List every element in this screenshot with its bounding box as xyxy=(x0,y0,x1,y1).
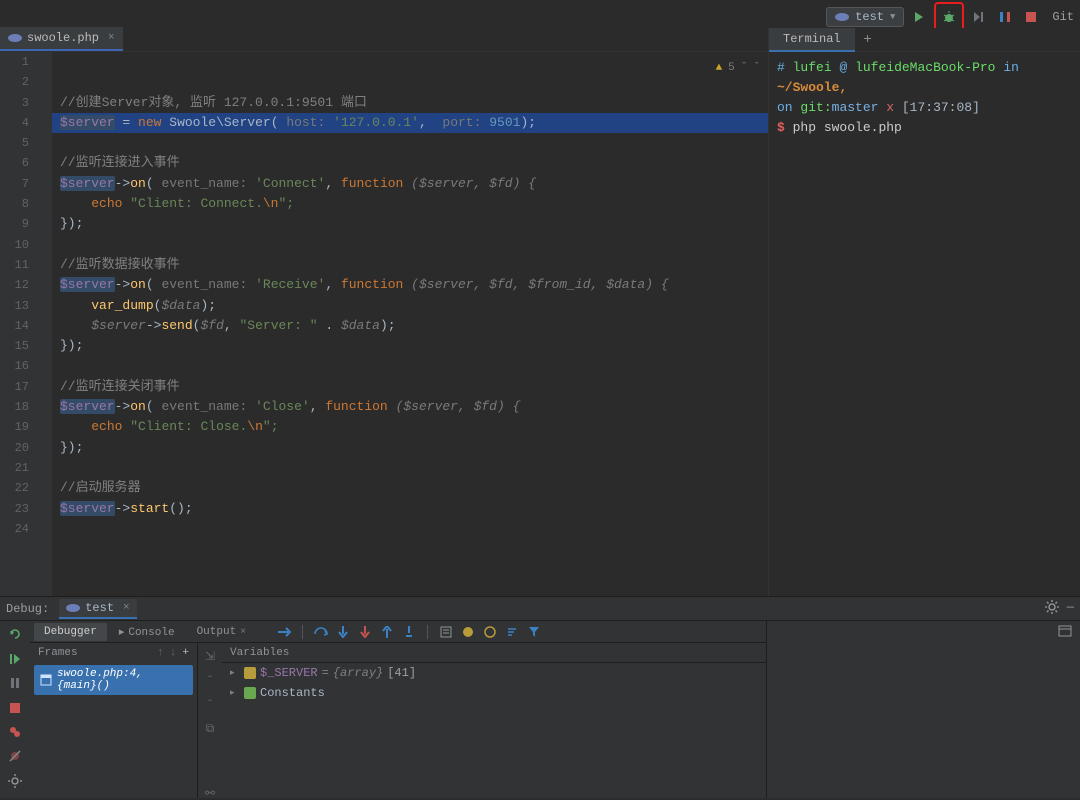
debug-right-panel xyxy=(766,621,1080,798)
debug-panel: Debug: test × — Debugger ▸Console Output… xyxy=(0,596,1080,798)
prev-warning-icon[interactable]: ˆ xyxy=(741,58,748,78)
evaluate-button[interactable] xyxy=(438,624,454,640)
resume-button[interactable] xyxy=(7,653,23,665)
debug-tabs: Debugger ▸Console Output× xyxy=(30,621,766,643)
tab-filename: swoole.php xyxy=(27,31,99,45)
collapse-icon[interactable]: ˇ xyxy=(206,698,213,712)
next-warning-icon[interactable]: ˇ xyxy=(753,58,760,78)
expand-chevron-icon[interactable]: ▸ xyxy=(230,668,240,678)
run-to-cursor-button[interactable] xyxy=(401,624,417,640)
editor-tabs: swoole.php × xyxy=(0,28,768,52)
pause-button[interactable] xyxy=(7,677,23,689)
close-icon[interactable]: × xyxy=(240,627,246,638)
step-into-button[interactable] xyxy=(335,624,351,640)
run-button[interactable] xyxy=(908,6,930,28)
php-icon xyxy=(66,603,80,613)
inspection-widget[interactable]: ▲ 5 ˆ ˇ xyxy=(716,58,760,78)
debug-sidebar xyxy=(0,621,30,798)
frame-text: swoole.php:4, {main}() xyxy=(57,668,187,692)
line-number-gutter: 123456789101112131415161718192021222324 xyxy=(0,52,38,596)
step-over-button[interactable] xyxy=(313,624,329,640)
tab-debugger[interactable]: Debugger xyxy=(34,623,107,641)
expand-chevron-icon[interactable]: ▸ xyxy=(230,688,240,698)
frame-icon xyxy=(40,674,52,686)
php-icon xyxy=(835,10,849,24)
step-out-button[interactable] xyxy=(379,624,395,640)
next-frame-icon[interactable]: ↓ xyxy=(170,647,177,659)
debug-settings-button[interactable] xyxy=(7,774,23,788)
code-editor[interactable]: 123456789101112131415161718192021222324 … xyxy=(0,52,768,596)
run-toolbar: test ▼ Git xyxy=(826,5,1080,29)
variables-column: Variables ▸ $_SERVER = {array} [41] ▸ Co… xyxy=(222,643,766,798)
terminal-tab[interactable]: Terminal xyxy=(769,28,855,52)
attach-button[interactable] xyxy=(994,6,1016,28)
fold-column xyxy=(38,52,52,596)
variable-constants[interactable]: ▸ Constants xyxy=(222,683,766,703)
mute-breakpoints-button[interactable] xyxy=(7,750,23,762)
run-config-selector[interactable]: test ▼ xyxy=(826,7,904,27)
run-more-button[interactable] xyxy=(968,6,990,28)
terminal-tabs: Terminal + xyxy=(769,28,1080,52)
frames-header: Frames ↑ ↓ + xyxy=(30,643,197,663)
expand-icon[interactable]: ˆ xyxy=(206,674,213,688)
git-label[interactable]: Git xyxy=(1052,10,1074,24)
run-config-name: test xyxy=(855,10,884,24)
restore-layout-icon[interactable]: ⇲ xyxy=(205,649,215,664)
prev-frame-icon[interactable]: ↑ xyxy=(157,647,164,659)
show-exec-point-button[interactable] xyxy=(276,624,292,640)
copy-icon[interactable]: ⧉ xyxy=(206,722,215,736)
frames-toolbar: ⇲ ˆ ˇ ⧉ ⚯ xyxy=(198,643,222,798)
terminal-output[interactable]: # lufei @ lufeideMacBook-Pro in ~/Swoole… xyxy=(769,52,1080,144)
dropdown-caret-icon: ▼ xyxy=(890,12,895,22)
gear-icon[interactable] xyxy=(1045,600,1059,614)
layout-button[interactable] xyxy=(1058,625,1074,641)
filter-button[interactable] xyxy=(526,624,542,640)
array-icon xyxy=(244,667,256,679)
warning-count: 5 xyxy=(728,58,735,78)
terminal-panel: Terminal + # lufei @ lufeideMacBook-Pro … xyxy=(768,28,1080,596)
sort-button[interactable] xyxy=(504,624,520,640)
debug-session-tab[interactable]: test × xyxy=(59,599,136,619)
minimize-icon[interactable]: — xyxy=(1067,600,1074,614)
debug-main: Debugger ▸Console Output× Frame xyxy=(30,621,766,798)
tab-console[interactable]: ▸Console xyxy=(109,622,185,642)
close-icon[interactable]: × xyxy=(123,602,130,614)
frame-row[interactable]: swoole.php:4, {main}() xyxy=(34,665,193,695)
stop-button[interactable] xyxy=(7,701,23,713)
close-tab-icon[interactable]: × xyxy=(108,32,115,44)
debug-header: Debug: test × — xyxy=(0,597,1080,621)
new-terminal-button[interactable]: + xyxy=(855,32,881,48)
add-frame-icon[interactable]: + xyxy=(182,647,189,659)
frames-column: Frames ↑ ↓ + swoole.php:4, {main}() xyxy=(30,643,198,798)
variable-server[interactable]: ▸ $_SERVER = {array} [41] xyxy=(222,663,766,683)
view-breakpoints-button[interactable] xyxy=(7,726,23,738)
debug-button[interactable] xyxy=(938,6,960,28)
debug-label: Debug: xyxy=(6,602,49,616)
warning-icon: ▲ xyxy=(716,58,723,78)
stop-button[interactable] xyxy=(1020,6,1042,28)
tab-swoole-php[interactable]: swoole.php × xyxy=(0,27,123,51)
rerun-button[interactable] xyxy=(7,627,23,641)
console-icon: ▸ xyxy=(119,627,125,639)
trace-button[interactable] xyxy=(460,624,476,640)
php-icon xyxy=(8,33,22,43)
constants-icon xyxy=(244,687,256,699)
memory-button[interactable] xyxy=(482,624,498,640)
variables-header: Variables xyxy=(222,643,766,663)
force-step-into-button[interactable] xyxy=(357,624,373,640)
code-area[interactable]: ▲ 5 ˆ ˇ //创建Server对象, 监听 127.0.0.1:9501 … xyxy=(52,52,768,596)
stepping-toolbar xyxy=(276,624,542,640)
tab-output[interactable]: Output× xyxy=(187,623,257,641)
